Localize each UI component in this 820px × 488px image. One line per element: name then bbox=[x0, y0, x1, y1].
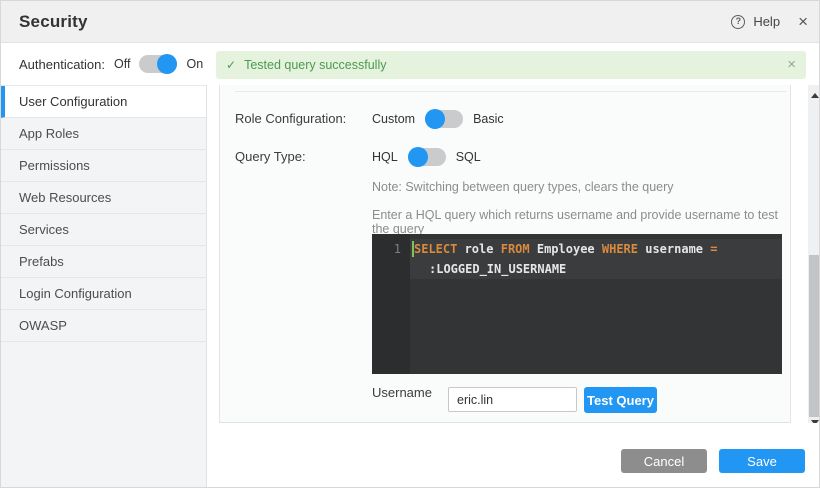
toggle-knob bbox=[157, 54, 177, 74]
query-help-note: Enter a HQL query which returns username… bbox=[372, 208, 790, 236]
help-icon[interactable]: ? bbox=[731, 15, 745, 29]
close-icon[interactable]: × bbox=[798, 15, 808, 29]
editor-gutter: 1 bbox=[372, 234, 410, 374]
query-hql-label: HQL bbox=[372, 150, 398, 164]
success-banner: ✓ Tested query successfully × bbox=[216, 51, 806, 79]
sidebar-item-login-configuration[interactable]: Login Configuration bbox=[1, 278, 206, 310]
role-basic-label: Basic bbox=[473, 112, 504, 126]
authentication-bar: Authentication: Off On ✓ Tested query su… bbox=[1, 43, 820, 85]
vertical-scrollbar bbox=[808, 85, 820, 433]
test-query-button[interactable]: Test Query bbox=[584, 387, 657, 413]
role-configuration-control: Custom Basic bbox=[372, 107, 504, 131]
scrollbar-thumb[interactable] bbox=[809, 255, 820, 417]
save-button[interactable]: Save bbox=[719, 449, 805, 473]
role-configuration-label: Role Configuration: bbox=[235, 111, 346, 126]
security-dialog: Security ? Help × Authentication: Off On… bbox=[0, 0, 820, 488]
line-number: 1 bbox=[394, 239, 401, 259]
code-line: SELECT role FROM Employee WHERE username… bbox=[414, 239, 778, 259]
page-title: Security bbox=[19, 12, 88, 32]
authentication-toggle[interactable] bbox=[139, 54, 177, 74]
settings-sidebar: User ConfigurationApp RolesPermissionsWe… bbox=[1, 85, 207, 488]
query-sql-label: SQL bbox=[456, 150, 481, 164]
username-input[interactable] bbox=[448, 387, 577, 412]
auth-off-label: Off bbox=[114, 57, 130, 71]
query-switch-note: Note: Switching between query types, cle… bbox=[372, 180, 674, 194]
query-code: SELECT role FROM Employee WHERE username… bbox=[414, 239, 778, 279]
query-type-control: HQL SQL bbox=[372, 145, 481, 169]
user-configuration-panel: Role Configuration: Custom Basic Query T… bbox=[219, 85, 791, 423]
sidebar-item-owasp[interactable]: OWASP bbox=[1, 310, 206, 342]
toggle-knob bbox=[425, 109, 445, 129]
sidebar-item-prefabs[interactable]: Prefabs bbox=[1, 246, 206, 278]
auth-on-label: On bbox=[186, 57, 203, 71]
scroll-up-icon[interactable] bbox=[811, 93, 819, 98]
sidebar-item-user-configuration[interactable]: User Configuration bbox=[1, 86, 206, 118]
authentication-label: Authentication: bbox=[19, 57, 105, 72]
success-message: Tested query successfully bbox=[244, 58, 386, 72]
sidebar-item-permissions[interactable]: Permissions bbox=[1, 150, 206, 182]
section-divider bbox=[235, 91, 786, 92]
code-line: :LOGGED_IN_USERNAME bbox=[414, 259, 778, 279]
sidebar-item-services[interactable]: Services bbox=[1, 214, 206, 246]
query-type-label: Query Type: bbox=[235, 149, 306, 164]
sidebar-item-web-resources[interactable]: Web Resources bbox=[1, 182, 206, 214]
query-type-toggle[interactable] bbox=[408, 147, 446, 167]
role-configuration-toggle[interactable] bbox=[425, 109, 463, 129]
banner-close-icon[interactable]: × bbox=[787, 59, 796, 71]
sidebar-item-app-roles[interactable]: App Roles bbox=[1, 118, 206, 150]
username-label: Username bbox=[372, 385, 432, 400]
check-icon: ✓ bbox=[226, 58, 236, 72]
role-custom-label: Custom bbox=[372, 112, 415, 126]
toggle-knob bbox=[408, 147, 428, 167]
help-link[interactable]: Help bbox=[753, 14, 780, 29]
hql-query-editor[interactable]: 1 SELECT role FROM Employee WHERE userna… bbox=[372, 234, 782, 374]
dialog-footer: Cancel Save bbox=[207, 423, 820, 488]
dialog-header: Security ? Help × bbox=[1, 1, 820, 43]
cancel-button[interactable]: Cancel bbox=[621, 449, 707, 473]
